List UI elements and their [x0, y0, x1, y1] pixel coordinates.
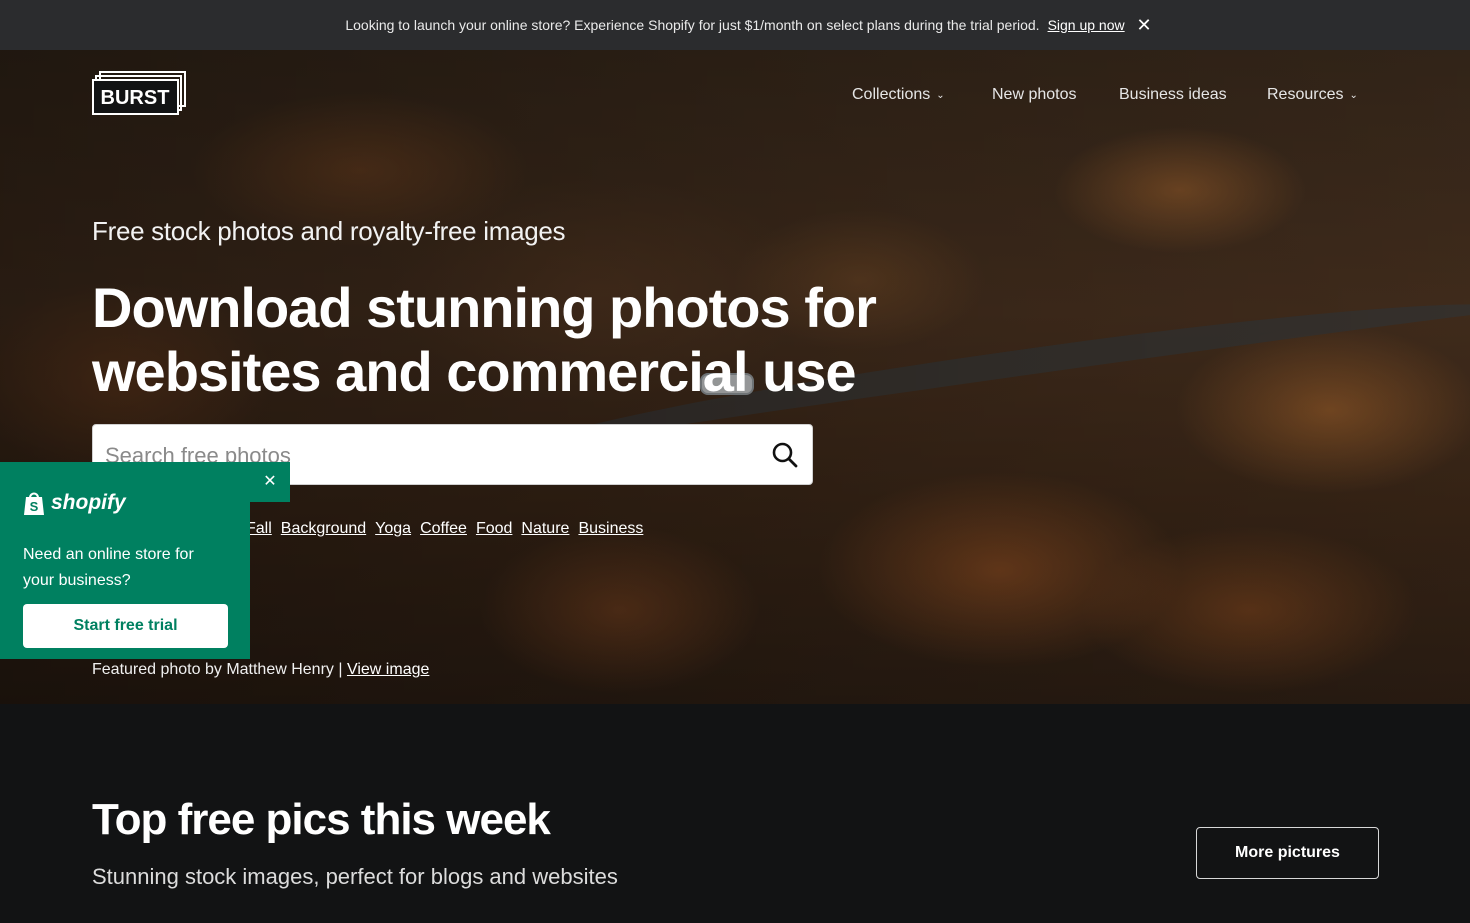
nav-label: Resources	[1267, 86, 1344, 103]
svg-text:S: S	[30, 499, 39, 514]
shopify-bag-icon: S	[24, 492, 44, 515]
more-pictures-button[interactable]: More pictures	[1196, 827, 1379, 879]
sign-up-link[interactable]: Sign up now	[1048, 17, 1125, 33]
announcement-text: Looking to launch your online store? Exp…	[345, 17, 1040, 33]
tag-link[interactable]: Background	[281, 520, 366, 538]
nav-label: Collections	[852, 86, 931, 103]
chevron-down-icon: ⌄	[936, 89, 945, 101]
nav-label: Business ideas	[1119, 86, 1227, 103]
close-icon[interactable]: ✕	[1136, 16, 1152, 34]
section-subtitle: Stunning stock images, perfect for blogs…	[92, 864, 618, 889]
credit-text: Featured photo by Matthew Henry |	[92, 661, 343, 678]
chevron-down-icon: ⌄	[1349, 89, 1358, 101]
search-icon[interactable]	[771, 441, 799, 469]
popular-tags: Fall Background Yoga Coffee Food Nature …	[246, 520, 643, 538]
tag-link[interactable]: Nature	[521, 520, 569, 538]
popup-message: Need an online store for your business?	[23, 546, 194, 589]
hero-kicker: Free stock photos and royalty-free image…	[92, 216, 566, 246]
tag-link[interactable]: Food	[476, 520, 512, 538]
shopify-wordmark: shopify	[51, 491, 126, 514]
hero-headline: Download stunning photos for websites an…	[92, 276, 877, 403]
view-image-link[interactable]: View image	[347, 661, 429, 678]
announcement-bar: Looking to launch your online store? Exp…	[0, 0, 1470, 50]
start-free-trial-button[interactable]: Start free trial	[23, 604, 228, 648]
burst-logo[interactable]: BURST	[92, 71, 186, 115]
logo-text: BURST	[101, 87, 170, 109]
nav-new-photos[interactable]: New photos	[992, 84, 1077, 106]
nav-label: New photos	[992, 86, 1077, 103]
section-title: Top free pics this week	[92, 795, 551, 844]
photo-credit: Featured photo by Matthew Henry | View i…	[92, 661, 429, 679]
close-icon[interactable]: ✕	[250, 462, 290, 502]
shopify-popup: S shopify Need an online store for your …	[0, 462, 250, 659]
nav-resources[interactable]: Resources ⌄	[1267, 84, 1358, 106]
tag-link[interactable]: Yoga	[375, 520, 411, 538]
shopify-brand: S shopify	[23, 490, 126, 516]
nav-business-ideas[interactable]: Business ideas	[1119, 84, 1227, 106]
tag-link[interactable]: Business	[578, 520, 643, 538]
nav-collections[interactable]: Collections ⌄	[852, 84, 945, 106]
tag-link[interactable]: Coffee	[420, 520, 467, 538]
